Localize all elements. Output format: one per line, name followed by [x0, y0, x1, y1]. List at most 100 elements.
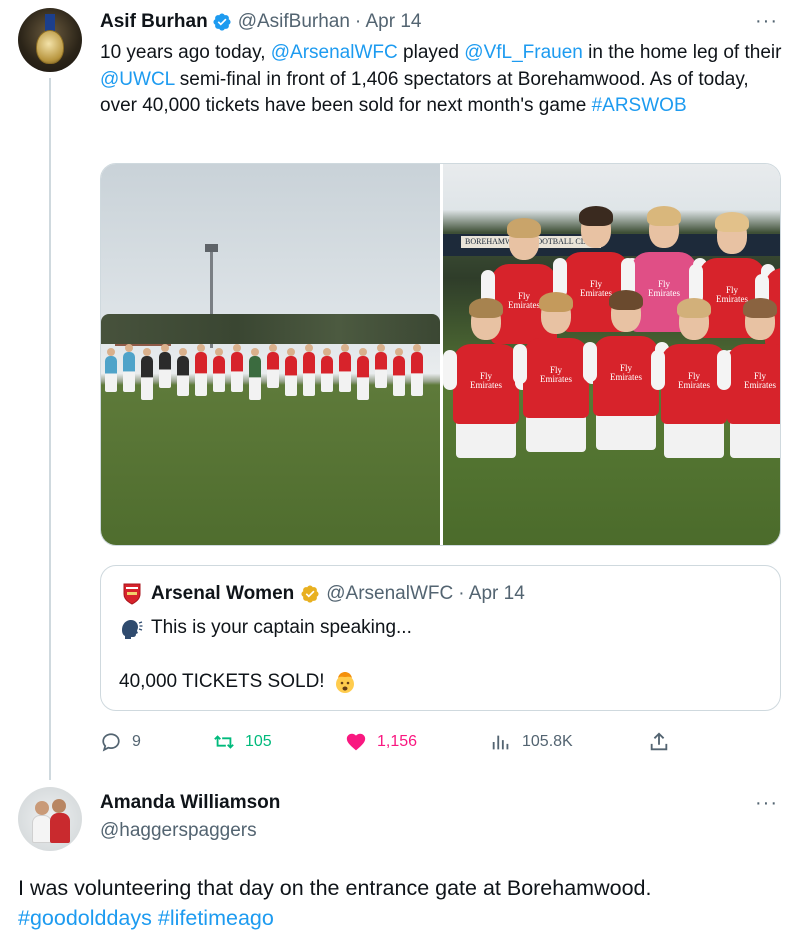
- share-icon: [650, 732, 668, 751]
- reply-author-name[interactable]: Amanda Williamson: [100, 792, 280, 814]
- quoted-author-name[interactable]: Arsenal Women: [151, 583, 294, 605]
- quoted-header: Arsenal Women @ArsenalWFC · Apr 14: [121, 583, 525, 605]
- reply-text-body: I was volunteering that day on the entra…: [18, 876, 652, 900]
- share-button[interactable]: [648, 728, 680, 756]
- player-head: [341, 344, 349, 352]
- quoted-line-2: 40,000 TICKETS SOLD!: [119, 670, 365, 694]
- player-figure: [105, 348, 117, 392]
- player-figure: [159, 344, 171, 388]
- exploding-head-icon: [335, 672, 354, 693]
- tweet-actions: 9 105 1,156 105.8K: [100, 728, 680, 756]
- floodlight: [205, 244, 218, 252]
- player-shorts: [456, 420, 516, 458]
- author-handle[interactable]: @AsifBurhan: [238, 11, 350, 33]
- player-figure: [141, 348, 153, 400]
- views-chart-icon: [492, 735, 509, 750]
- speaking-head-icon: [122, 620, 143, 639]
- tweet-media[interactable]: BOREHAMWOOD FOOTBALL CLUB FlyEmiratesFly…: [100, 163, 781, 546]
- reply-tweet[interactable]: Amanda Williamson @haggerspaggers ··· I …: [0, 780, 800, 951]
- avatar-person-head: [35, 801, 49, 815]
- author-avatar[interactable]: [18, 8, 82, 72]
- sponsor-text: FlyEmirates: [453, 372, 519, 390]
- player-head: [233, 344, 241, 352]
- player-figure: [411, 344, 423, 396]
- tweet-text: 10 years ago today, @ArsenalWFC played @…: [100, 40, 790, 120]
- player-head: [305, 344, 313, 352]
- sponsor-text: FlyEmirates: [593, 364, 659, 382]
- reply-count: 9: [132, 733, 141, 750]
- sponsor-line-2: Emirates: [470, 380, 502, 390]
- hashtag-arswob[interactable]: #ARSWOB: [592, 95, 687, 116]
- quoted-text-line2: 40,000 TICKETS SOLD!: [119, 671, 325, 692]
- player-head: [395, 348, 403, 356]
- quoted-date[interactable]: · Apr 14: [458, 583, 525, 605]
- player-head: [161, 344, 169, 352]
- like-button[interactable]: 1,156: [345, 728, 417, 756]
- more-options-icon[interactable]: ···: [755, 10, 778, 33]
- player-hair: [647, 206, 681, 226]
- views-button[interactable]: 105.8K: [490, 728, 573, 756]
- sponsor-line-2: Emirates: [744, 380, 776, 390]
- photo-team[interactable]: BOREHAMWOOD FOOTBALL CLUB FlyEmiratesFly…: [443, 164, 780, 545]
- player-hair: [579, 206, 613, 226]
- sponsor-line-2: Emirates: [540, 374, 572, 384]
- tweet-date[interactable]: · Apr 14: [355, 11, 422, 33]
- player-head: [323, 348, 331, 356]
- mention-arsenalwfc[interactable]: @ArsenalWFC: [271, 42, 398, 63]
- player-shorts: [596, 412, 656, 450]
- player-shorts: [664, 420, 724, 458]
- tweet-main[interactable]: Asif Burhan @AsifBurhan · Apr 14 ··· 10 …: [0, 0, 800, 780]
- avatar-person-body: [32, 815, 52, 843]
- player-figure: [321, 348, 333, 392]
- player-hair: [677, 298, 711, 318]
- mention-vfl-frauen[interactable]: @VfL_Frauen: [464, 42, 583, 63]
- player-figure: [303, 344, 315, 396]
- reply-button[interactable]: 9: [100, 728, 141, 756]
- player-head: [125, 344, 133, 352]
- text-segment: 10 years ago today,: [100, 42, 271, 63]
- player-figure: [375, 344, 387, 388]
- medal-icon: [36, 30, 64, 64]
- photo-line-up[interactable]: [101, 164, 440, 545]
- player-shirt: FlyEmirates: [513, 338, 599, 418]
- verified-badge-icon: [213, 13, 231, 31]
- player-head: [377, 344, 385, 352]
- author-name[interactable]: Asif Burhan: [100, 11, 208, 33]
- hashtag-goodolddays[interactable]: #goodolddays: [18, 906, 152, 930]
- quoted-author-handle[interactable]: @ArsenalWFC: [326, 583, 453, 605]
- reply-author-handle[interactable]: @haggerspaggers: [100, 820, 257, 842]
- player-head: [179, 348, 187, 356]
- quoted-line-1: This is your captain speaking...: [119, 616, 412, 640]
- quoted-tweet[interactable]: Arsenal Women @ArsenalWFC · Apr 14 This …: [100, 565, 781, 711]
- player-head: [107, 348, 115, 356]
- player-figure: [177, 348, 189, 396]
- views-count: 105.8K: [522, 733, 573, 750]
- retweet-button[interactable]: 105: [213, 728, 272, 756]
- tweet-header: Asif Burhan @AsifBurhan · Apr 14: [100, 10, 421, 34]
- retweet-icon: [214, 735, 234, 749]
- text-segment: in the home leg of their: [582, 42, 782, 63]
- mention-uwcl[interactable]: @UWCL: [100, 69, 175, 90]
- reply-author-avatar[interactable]: [18, 787, 82, 851]
- player-figure: [123, 344, 135, 392]
- arsenal-crest-icon[interactable]: [121, 583, 143, 605]
- gold-verified-badge-icon: [301, 585, 319, 603]
- player-figure: [285, 348, 297, 396]
- like-count: 1,156: [377, 733, 418, 750]
- hashtag-lifetimeago[interactable]: #lifetimeago: [158, 906, 274, 930]
- player-hair: [469, 298, 503, 318]
- player-hair: [609, 290, 643, 310]
- player-figure: [357, 348, 369, 400]
- player-shorts: [730, 420, 780, 458]
- sponsor-text: FlyEmirates: [727, 372, 780, 390]
- player-hair: [743, 298, 777, 318]
- player-head: [251, 348, 259, 356]
- player-head: [359, 348, 367, 356]
- player-shirt: FlyEmirates: [443, 344, 529, 424]
- player-hair: [715, 212, 749, 232]
- text-segment: played: [397, 42, 465, 63]
- player-figure: [267, 344, 279, 388]
- sponsor-line-2: Emirates: [610, 372, 642, 382]
- player-head: [413, 344, 421, 352]
- more-options-icon[interactable]: ···: [755, 792, 778, 815]
